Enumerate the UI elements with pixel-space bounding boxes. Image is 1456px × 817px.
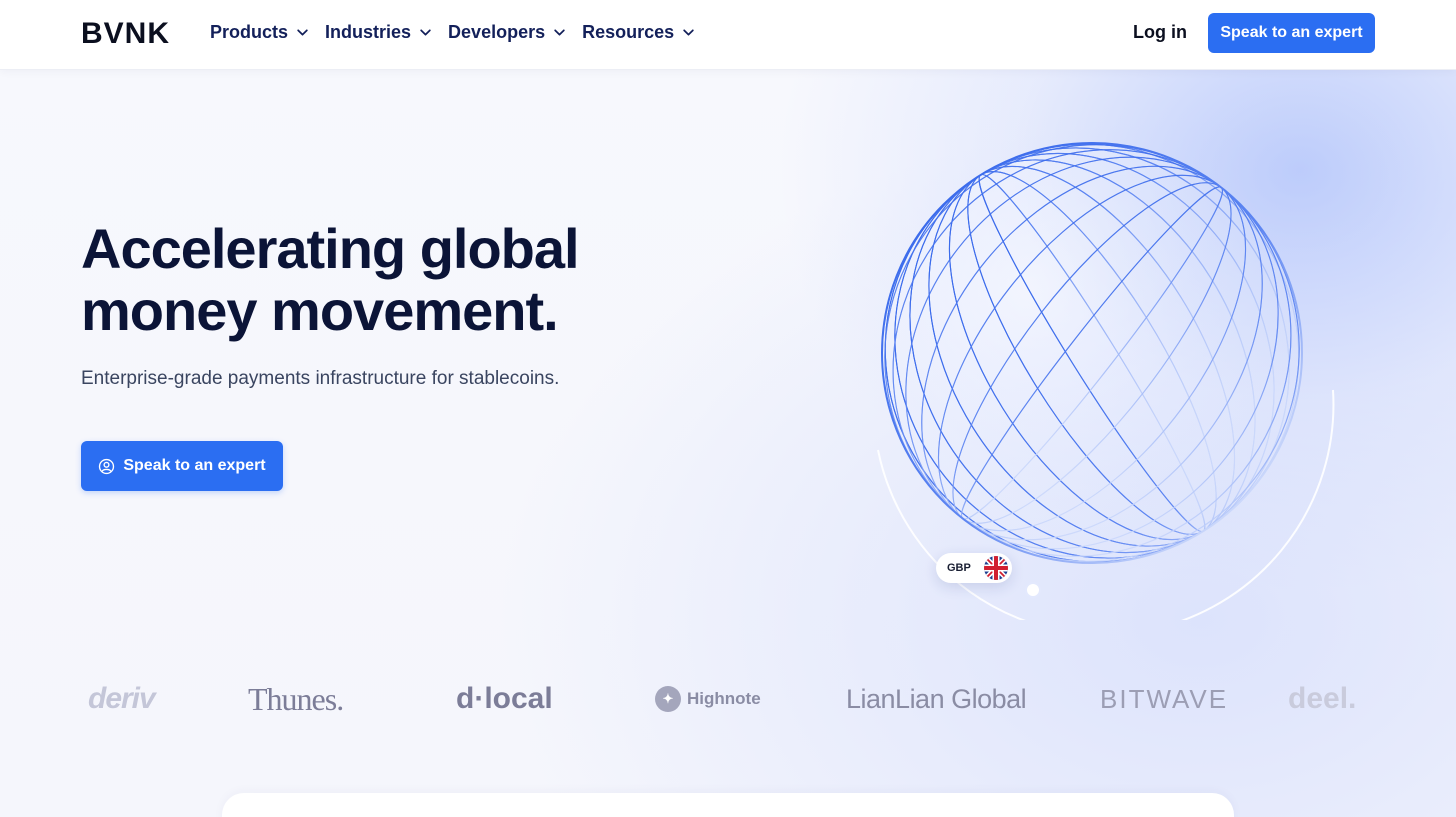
nav-item-label: Products xyxy=(210,22,289,42)
highnote-icon: ✦ xyxy=(655,686,681,712)
chevron-down-icon xyxy=(554,29,565,36)
nav-item-industries[interactable]: Industries xyxy=(325,22,432,43)
currency-code: GBP xyxy=(947,562,971,574)
partner-logo-deel: deel. xyxy=(1288,682,1357,715)
partner-logos-strip: deriv Thunes. d·local ✦ Highnote LianLia… xyxy=(0,672,1456,732)
main-menu: Products Industries Developers Resources xyxy=(210,22,695,43)
uk-flag-icon xyxy=(984,556,1008,580)
user-circle-icon xyxy=(99,458,115,474)
hero-cta-label: Speak to an expert xyxy=(123,457,266,474)
partner-logo-deriv: deriv xyxy=(88,682,156,715)
chevron-down-icon xyxy=(420,29,431,36)
partner-logo-dlocal: d·local xyxy=(456,682,553,715)
partner-logo-label: Highnote xyxy=(687,689,761,708)
partner-logo-bitwave: BITWAVE xyxy=(1100,683,1229,714)
nav-item-label: Developers xyxy=(448,22,546,42)
orbit-node xyxy=(1025,582,1041,598)
nav-item-resources[interactable]: Resources xyxy=(582,22,695,43)
partner-logo-lianlian: LianLian Global xyxy=(846,683,1027,714)
partner-logo-highnote: ✦ Highnote xyxy=(655,672,761,726)
headline-line-2: money movement. xyxy=(81,279,559,342)
nav-item-developers[interactable]: Developers xyxy=(448,22,566,43)
headline-line-1: Accelerating global xyxy=(81,217,580,280)
globe-wireframe-illustration xyxy=(877,142,1335,620)
speak-to-expert-button[interactable]: Speak to an expert xyxy=(1208,13,1375,53)
chevron-down-icon xyxy=(683,29,694,36)
partner-logo-thunes: Thunes. xyxy=(248,680,344,717)
top-navigation: BVNK Products Industries Developers Reso… xyxy=(0,0,1456,70)
chevron-down-icon xyxy=(297,29,308,36)
hero-headline: Accelerating global money movement. xyxy=(81,218,701,342)
bvnk-logo[interactable]: BVNK xyxy=(81,17,170,51)
nav-item-products[interactable]: Products xyxy=(210,22,309,43)
login-link[interactable]: Log in xyxy=(1133,22,1187,43)
hero-speak-to-expert-button[interactable]: Speak to an expert xyxy=(81,441,283,491)
nav-item-label: Industries xyxy=(325,22,412,42)
content-card xyxy=(222,793,1234,817)
hero-subheading: Enterprise-grade payments infrastructure… xyxy=(81,368,560,389)
nav-item-label: Resources xyxy=(582,22,675,42)
currency-badge: GBP xyxy=(936,553,1012,583)
